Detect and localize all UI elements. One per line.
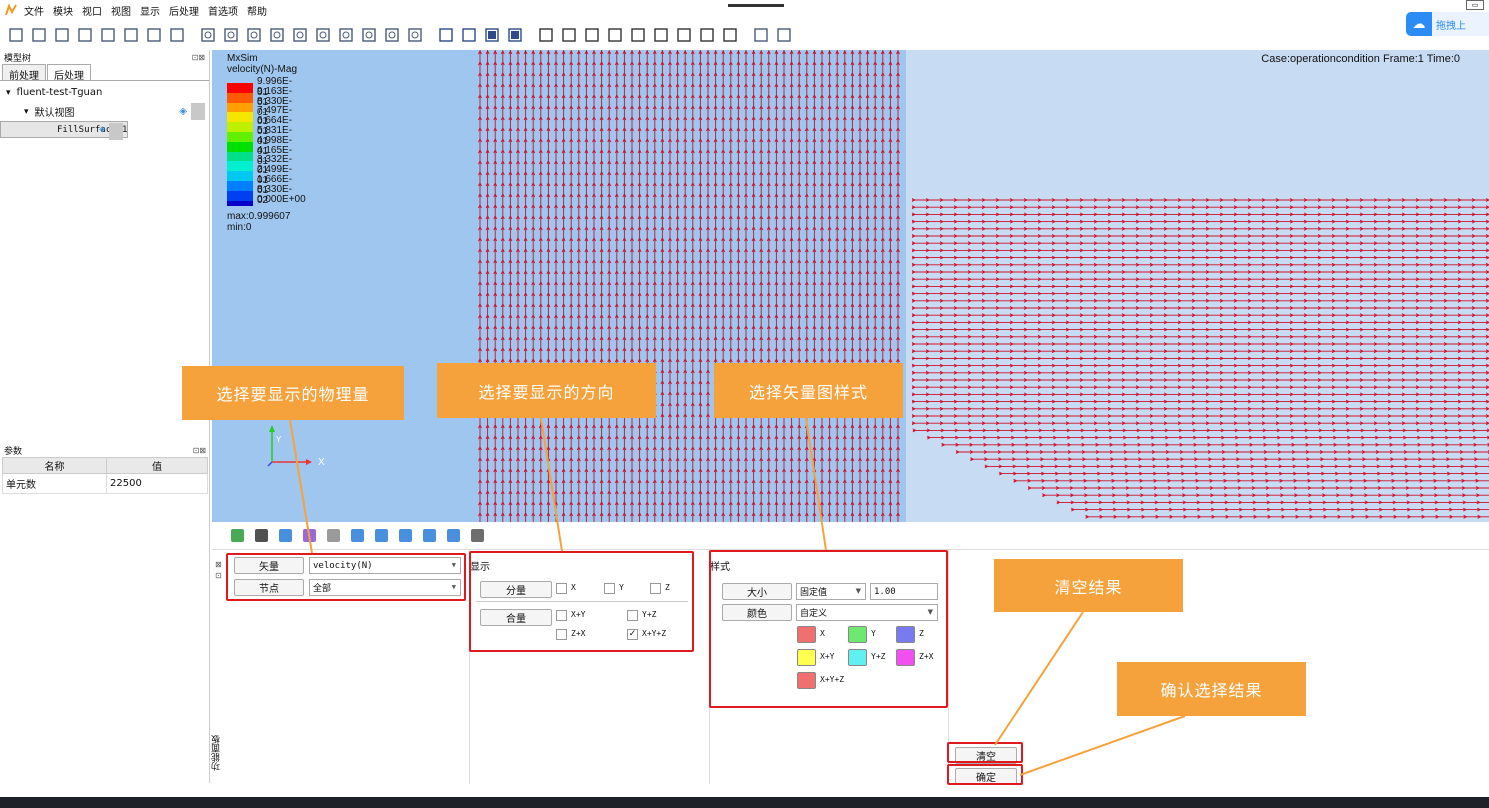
callout-clear: 清空结果 bbox=[994, 559, 1183, 612]
os-taskbar bbox=[0, 797, 1489, 808]
callout-direction: 选择要显示的方向 bbox=[437, 363, 656, 418]
callout-quantity: 选择要显示的物理量 bbox=[182, 366, 404, 420]
callout-confirm: 确认选择结果 bbox=[1117, 662, 1306, 716]
callout-style: 选择矢量图样式 bbox=[714, 363, 903, 418]
